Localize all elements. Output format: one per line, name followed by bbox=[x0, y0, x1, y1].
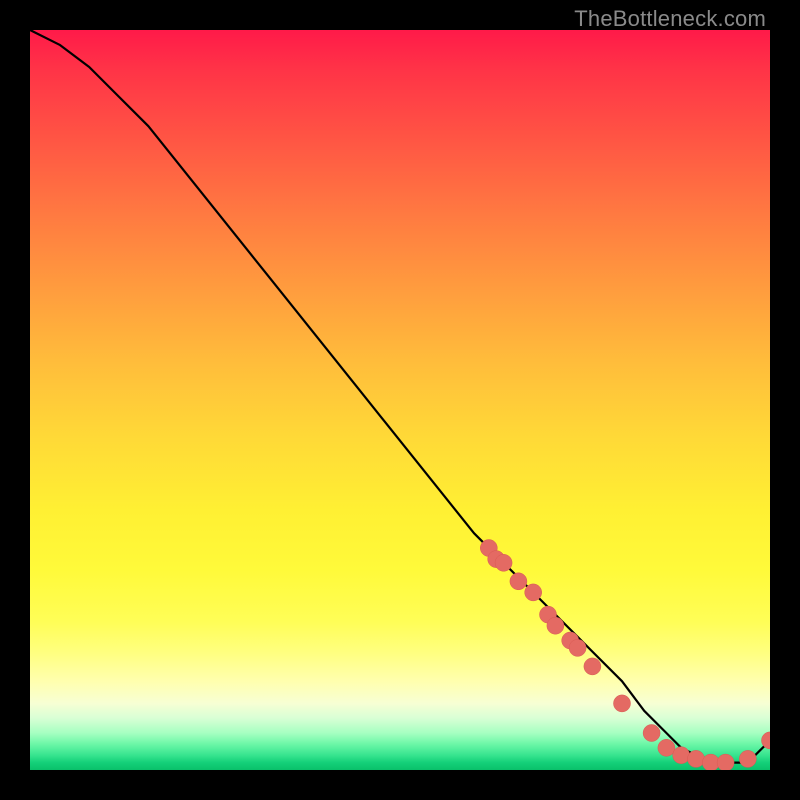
curve-marker bbox=[658, 739, 675, 756]
curve-marker bbox=[495, 554, 512, 571]
curve-marker bbox=[739, 750, 756, 767]
curve-marker bbox=[547, 617, 564, 634]
chart-frame: TheBottleneck.com bbox=[0, 0, 800, 800]
curve-marker bbox=[702, 754, 719, 770]
bottleneck-curve bbox=[30, 30, 770, 763]
curve-marker bbox=[688, 750, 705, 767]
curve-marker bbox=[584, 658, 601, 675]
curve-marker bbox=[643, 725, 660, 742]
curve-markers bbox=[480, 540, 770, 771]
curve-marker bbox=[525, 584, 542, 601]
curve-marker bbox=[717, 754, 734, 770]
curve-marker bbox=[614, 695, 631, 712]
plot-area bbox=[30, 30, 770, 770]
curve-layer bbox=[30, 30, 770, 770]
curve-marker bbox=[673, 747, 690, 764]
curve-marker bbox=[510, 573, 527, 590]
watermark-text: TheBottleneck.com bbox=[574, 6, 766, 32]
curve-marker bbox=[569, 639, 586, 656]
